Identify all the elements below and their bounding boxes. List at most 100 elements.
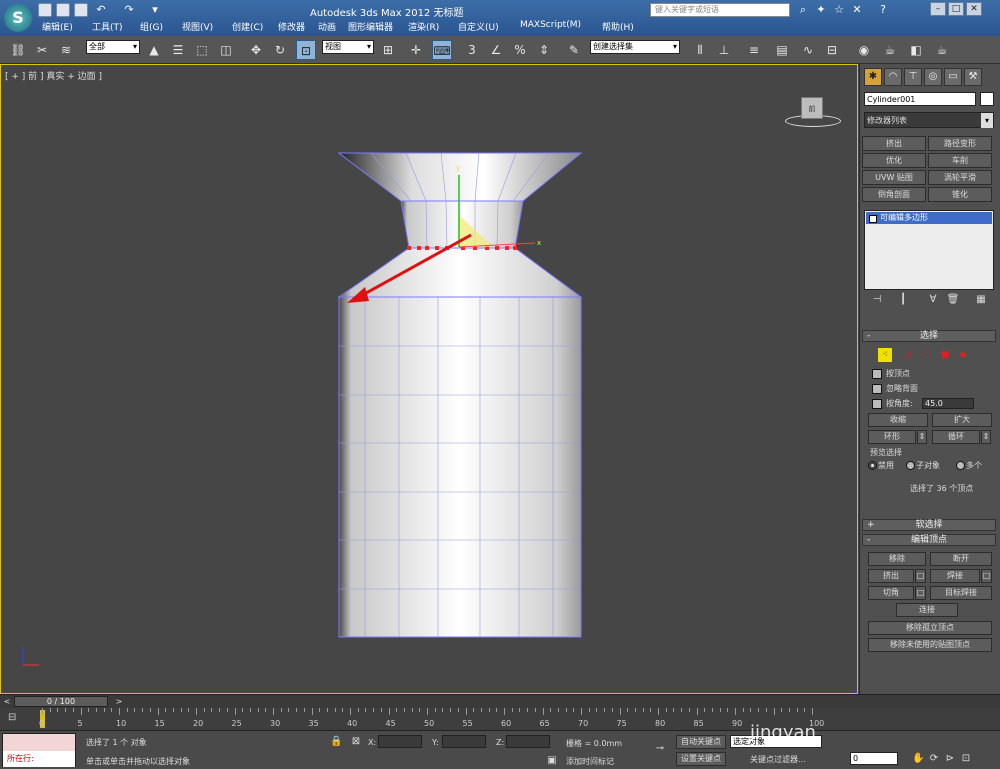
menu-maxscript[interactable]: MAXScript(M) <box>520 20 581 30</box>
auto-key-button[interactable]: 自动关键点 <box>676 735 726 749</box>
time-slider-thumb[interactable]: 0 / 100 <box>14 696 108 707</box>
modifier-uvw-map-button[interactable]: UVW 贴图 <box>862 170 926 185</box>
add-time-tag-button[interactable]: 添加时间标记 <box>566 756 614 767</box>
time-tag-icon[interactable]: ▣ <box>546 755 558 767</box>
percent-snap-icon[interactable]: % <box>510 40 530 60</box>
chamfer-button[interactable]: 切角 <box>868 586 914 600</box>
snap-3d-icon[interactable]: 3 <box>462 40 482 60</box>
key-icon[interactable]: ⊸ <box>650 743 670 755</box>
quick-access-dropdown-icon[interactable]: ▾ <box>148 3 162 17</box>
tools-icon[interactable]: ✦ <box>814 3 828 17</box>
modifier-list-dropdown[interactable]: 修改器列表 <box>864 112 994 128</box>
pin-stack-icon[interactable]: ⊣ <box>868 294 886 308</box>
rect-selection-icon[interactable]: ⬚ <box>192 40 212 60</box>
link-icon[interactable]: ⛓ <box>8 40 28 60</box>
object-name-field[interactable]: Cylinder001 <box>864 92 976 106</box>
render-production-icon[interactable]: ☕ <box>932 40 952 60</box>
rendered-frame-icon[interactable]: ◧ <box>906 40 926 60</box>
menu-graph-editors[interactable]: 图形编辑器 <box>348 20 393 33</box>
new-file-icon[interactable] <box>38 3 52 17</box>
modifier-path-deform-button[interactable]: 路径变形 <box>928 136 992 151</box>
save-file-icon[interactable] <box>74 3 88 17</box>
time-slider-prev-icon[interactable]: < <box>0 695 14 708</box>
modifier-stack[interactable]: 可编辑多边形 <box>864 210 994 290</box>
motion-tab-icon[interactable]: ◎ <box>924 68 942 86</box>
reference-coord-dropdown[interactable]: 视图 <box>322 40 374 54</box>
pan-icon[interactable]: ✋ <box>912 753 924 765</box>
undo-icon[interactable]: ↶ <box>94 3 108 17</box>
angle-snap-icon[interactable]: ∠ <box>486 40 506 60</box>
redo-icon[interactable]: ↷ <box>122 3 136 17</box>
polygon-level-icon[interactable]: ■ <box>938 348 952 362</box>
element-level-icon[interactable]: ◆ <box>956 348 970 362</box>
edge-level-icon[interactable]: ◿ <box>900 348 914 362</box>
material-editor-icon[interactable]: ◉ <box>854 40 874 60</box>
extrude-settings-button[interactable]: □ <box>915 569 926 583</box>
select-by-name-icon[interactable]: ☰ <box>168 40 188 60</box>
render-setup-icon[interactable]: ☕ <box>880 40 900 60</box>
connect-button[interactable]: 连接 <box>896 603 958 617</box>
shrink-button[interactable]: 收缩 <box>868 413 928 427</box>
preview-multi-radio[interactable]: 多个 <box>956 460 982 471</box>
align-icon[interactable]: ⊥ <box>714 40 734 60</box>
modifier-extrude-button[interactable]: 挤出 <box>862 136 926 151</box>
menu-customize[interactable]: 自定义(U) <box>458 20 499 33</box>
maxscript-input[interactable]: 所在行: <box>3 751 75 767</box>
close-button[interactable]: ✕ <box>966 2 982 16</box>
exchange-icon[interactable]: ✕ <box>850 3 864 17</box>
soft-selection-rollout-header[interactable]: + 软选择 <box>862 519 996 531</box>
time-slider[interactable]: < 0 / 100 > <box>0 694 1000 708</box>
x-coord-field[interactable] <box>378 735 422 748</box>
by-vertex-checkbox[interactable]: 按顶点 <box>872 368 910 379</box>
preview-subobject-radio[interactable]: 子对象 <box>906 460 940 471</box>
app-logo-icon[interactable]: S <box>4 4 32 32</box>
layer-manager-icon[interactable]: ≡ <box>744 40 764 60</box>
move-icon[interactable]: ✥ <box>246 40 266 60</box>
edit-named-sel-icon[interactable]: ✎ <box>564 40 584 60</box>
weld-button[interactable]: 焊接 <box>930 569 980 583</box>
menu-group[interactable]: 组(G) <box>140 20 163 33</box>
select-object-icon[interactable]: ▲ <box>144 40 164 60</box>
border-level-icon[interactable]: ◌ <box>918 348 932 362</box>
menu-modifiers[interactable]: 修改器 <box>278 20 305 33</box>
object-color-swatch[interactable] <box>980 92 994 106</box>
scale-icon[interactable]: ⊡ <box>296 40 316 60</box>
binoculars-icon[interactable]: ⌕ <box>796 3 810 17</box>
show-end-result-icon[interactable]: ┃ <box>894 294 912 308</box>
key-filters-button[interactable]: 关键点过滤器... <box>750 754 806 765</box>
stack-item-editable-poly[interactable]: 可编辑多边形 <box>866 212 992 224</box>
ring-button[interactable]: 环形 <box>868 430 916 444</box>
lock-selection-icon[interactable]: 🔒 <box>330 736 342 748</box>
ignore-backfacing-checkbox[interactable]: 忽略背面 <box>872 383 918 394</box>
edit-vertices-rollout-header[interactable]: - 编辑顶点 <box>862 534 996 546</box>
extrude-button[interactable]: 挤出 <box>868 569 914 583</box>
chamfer-settings-button[interactable]: □ <box>915 586 926 600</box>
track-bar[interactable]: ⊟ 0 5 10 15 20 25 30 35 40 45 50 55 60 65 70 75 80 85 90 10… <box>0 708 1000 730</box>
menu-tools[interactable]: 工具(T) <box>92 20 123 33</box>
y-coord-field[interactable] <box>442 735 486 748</box>
absolute-mode-icon[interactable]: ⊠ <box>350 736 362 748</box>
target-weld-button[interactable]: 目标焊接 <box>930 586 992 600</box>
weld-settings-button[interactable]: □ <box>981 569 992 583</box>
display-tab-icon[interactable]: ▭ <box>944 68 962 86</box>
graphite-tools-icon[interactable]: ▤ <box>772 40 792 60</box>
remove-unused-map-verts-button[interactable]: 移除未使用的贴图顶点 <box>868 638 992 652</box>
maxscript-listener[interactable]: 所在行: <box>2 733 76 767</box>
maximize-viewport-icon[interactable]: ⊡ <box>960 753 972 765</box>
maximize-button[interactable]: □ <box>948 2 964 16</box>
spinner-snap-icon[interactable]: ⇕ <box>534 40 554 60</box>
modifier-optimize-button[interactable]: 优化 <box>862 153 926 168</box>
curve-editor-icon[interactable]: ∿ <box>798 40 818 60</box>
modify-tab-icon[interactable]: ◠ <box>884 68 902 86</box>
configure-sets-icon[interactable]: ▦ <box>972 294 990 308</box>
menu-rendering[interactable]: 渲染(R) <box>408 20 439 33</box>
grow-button[interactable]: 扩大 <box>932 413 992 427</box>
remove-modifier-icon[interactable]: 🗑 <box>944 294 962 308</box>
vase-model[interactable]: y x <box>1 65 859 695</box>
make-unique-icon[interactable]: ∀ <box>924 294 942 308</box>
selection-rollout-header[interactable]: - 选择 <box>862 330 996 342</box>
menu-animation[interactable]: 动画 <box>318 20 336 33</box>
open-file-icon[interactable] <box>56 3 70 17</box>
time-slider-next-icon[interactable]: > <box>112 695 126 708</box>
named-selection-dropdown[interactable]: 创建选择集 <box>590 40 680 54</box>
